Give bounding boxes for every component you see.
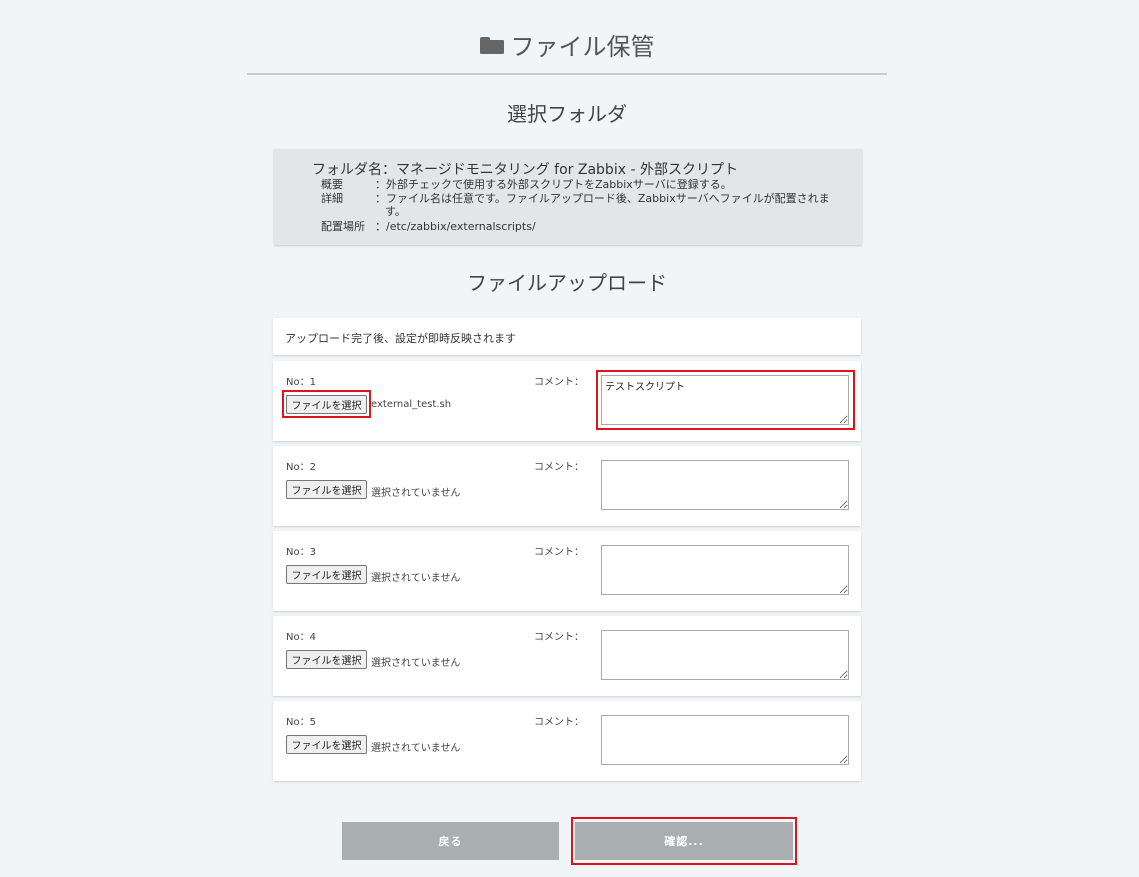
file-status: 選択されていません: [371, 573, 461, 584]
comment-label: コメント：: [534, 462, 584, 473]
choose-file-button[interactable]: ファイルを選択: [286, 735, 367, 754]
file-upload-heading: ファイルアップロード: [467, 271, 667, 295]
row-number: No：4: [286, 632, 316, 643]
row-number: No：2: [286, 462, 316, 473]
location-key: 配置場所: [321, 220, 365, 233]
back-button[interactable]: 戻る: [342, 822, 559, 860]
folder-summary-row: 概要 ：外部チェックで使用する外部スクリプトをZabbixサーバに登録する。: [321, 178, 732, 191]
file-status: 選択されていません: [371, 743, 461, 754]
page-title-text: ファイル保管: [510, 32, 655, 61]
comment-textarea[interactable]: [601, 460, 849, 510]
comment-label: コメント：: [534, 632, 584, 643]
choose-file-button[interactable]: ファイルを選択: [286, 395, 367, 414]
upload-row: No：1 ファイルを選択 external_test.sh コメント： テストス…: [273, 361, 861, 441]
page-title: ファイル保管: [247, 26, 887, 62]
file-status: external_test.sh: [371, 399, 452, 410]
location-value: ：/etc/zabbix/externalscripts/: [375, 220, 536, 233]
row-number: No：5: [286, 717, 316, 728]
comment-textarea[interactable]: [601, 630, 849, 680]
folder-detail-row: 詳細 ：ファイル名は任意です。ファイルアップロード後、Zabbixサーバへファイ…: [321, 192, 830, 205]
detail-value: ：ファイル名は任意です。ファイルアップロード後、Zabbixサーバへファイルが配…: [375, 192, 830, 205]
upload-row: No：2 ファイルを選択 選択されていません コメント：: [273, 446, 861, 526]
folder-info-panel: フォルダ名：マネージドモニタリング for Zabbix - 外部スクリプト 概…: [274, 149, 862, 245]
summary-value: ：外部チェックで使用する外部スクリプトをZabbixサーバに登録する。: [375, 178, 732, 191]
folder-detail-row-cont: す。: [321, 205, 406, 218]
choose-file-button[interactable]: ファイルを選択: [286, 565, 367, 584]
file-status: 選択されていません: [371, 658, 461, 669]
row-number: No：3: [286, 547, 316, 558]
summary-key: 概要: [321, 178, 343, 191]
upload-row: No：4 ファイルを選択 選択されていません コメント：: [273, 616, 861, 696]
upload-row: No：3 ファイルを選択 選択されていません コメント：: [273, 531, 861, 611]
detail-key: 詳細: [321, 192, 343, 205]
row-number: No：1: [286, 377, 316, 388]
folder-name: フォルダ名：マネージドモニタリング for Zabbix - 外部スクリプト: [312, 162, 738, 178]
comment-label: コメント：: [534, 547, 584, 558]
comment-label: コメント：: [534, 377, 584, 388]
confirm-button[interactable]: 確認...: [575, 822, 793, 860]
choose-file-button[interactable]: ファイルを選択: [286, 650, 367, 669]
detail-value-cont: す。: [385, 205, 406, 218]
upload-row: No：5 ファイルを選択 選択されていません コメント：: [273, 701, 861, 781]
comment-textarea[interactable]: テストスクリプト: [601, 375, 849, 425]
selected-folder-heading: 選択フォルダ: [507, 102, 627, 126]
title-divider: [247, 73, 887, 75]
file-status: 選択されていません: [371, 488, 461, 499]
choose-file-button[interactable]: ファイルを選択: [286, 480, 367, 499]
folder-icon: [479, 36, 504, 54]
upload-notice: アップロード完了後、設定が即時反映されます: [273, 318, 861, 355]
comment-label: コメント：: [534, 717, 584, 728]
folder-location-row: 配置場所 ：/etc/zabbix/externalscripts/: [321, 220, 536, 233]
comment-textarea[interactable]: [601, 715, 849, 765]
comment-textarea[interactable]: [601, 545, 849, 595]
page: ファイル保管 選択フォルダ フォルダ名：マネージドモニタリング for Zabb…: [0, 0, 1139, 877]
